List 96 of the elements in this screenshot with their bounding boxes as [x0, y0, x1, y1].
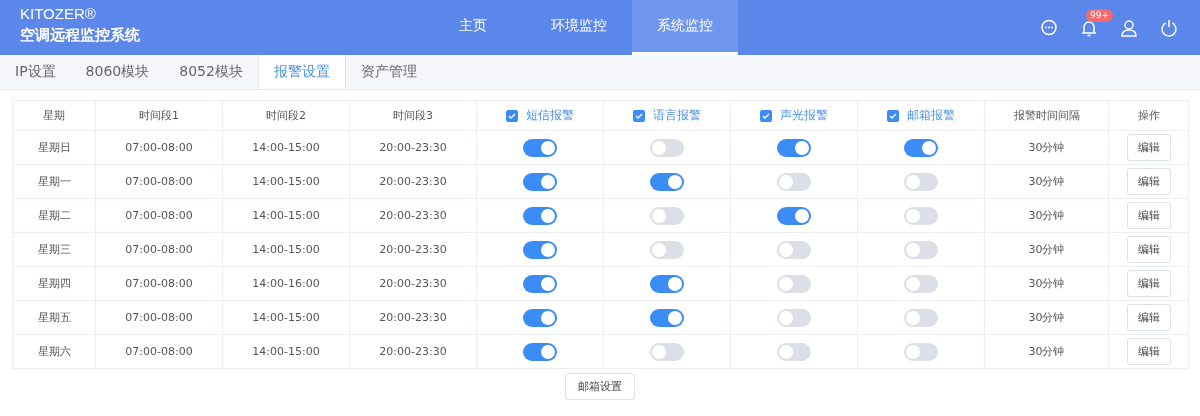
table-cell: 星期一 [12, 164, 96, 199]
user-icon[interactable] [1120, 18, 1138, 37]
checkbox[interactable] [760, 109, 772, 122]
table-cell: 07:00-08:00 [95, 130, 223, 165]
table-cell: 14:00-15:00 [222, 232, 350, 267]
table-cell: 20:00-23:30 [349, 334, 477, 369]
toggle-switch[interactable] [523, 274, 557, 293]
tab[interactable]: 资产管理 [345, 55, 432, 89]
toggle-switch[interactable] [904, 172, 938, 191]
table-cell: 07:00-08:00 [95, 164, 223, 199]
edit-button[interactable]: 编辑 [1126, 338, 1171, 365]
toggle-switch[interactable] [523, 240, 557, 259]
table-cell: 星期六 [12, 334, 96, 369]
edit-button[interactable]: 编辑 [1126, 236, 1171, 263]
edit-button[interactable]: 编辑 [1126, 168, 1171, 195]
column-header: 声光报警 [780, 107, 828, 124]
toggle-switch[interactable] [904, 274, 938, 293]
table-cell: 14:00-15:00 [222, 164, 350, 199]
table-cell: 14:00-16:00 [222, 266, 350, 301]
toggle-switch[interactable] [777, 308, 811, 327]
table-cell: 30分钟 [984, 266, 1109, 301]
table-cell: 30分钟 [984, 232, 1109, 267]
toggle-switch[interactable] [650, 274, 684, 293]
toggle-switch[interactable] [523, 138, 557, 157]
column-header: 邮箱报警 [907, 107, 955, 124]
toggle-switch[interactable] [777, 342, 811, 361]
table-cell: 星期日 [12, 130, 96, 165]
table-cell: 14:00-15:00 [222, 334, 350, 369]
table-cell: 30分钟 [984, 164, 1109, 199]
column-header: 星期 [12, 100, 96, 131]
table-cell: 30分钟 [984, 198, 1109, 233]
edit-button[interactable]: 编辑 [1126, 134, 1171, 161]
table-cell: 14:00-15:00 [222, 198, 350, 233]
table-cell: 星期五 [12, 300, 96, 335]
toggle-switch[interactable] [523, 308, 557, 327]
toggle-switch[interactable] [904, 240, 938, 259]
table-cell: 07:00-08:00 [95, 300, 223, 335]
toggle-switch[interactable] [650, 206, 684, 225]
toggle-switch[interactable] [777, 274, 811, 293]
edit-button[interactable]: 编辑 [1126, 270, 1171, 297]
toggle-switch[interactable] [650, 172, 684, 191]
column-header: 时间段1 [95, 100, 223, 131]
toggle-switch[interactable] [523, 342, 557, 361]
column-header: 时间段2 [222, 100, 350, 131]
table-cell: 20:00-23:30 [349, 198, 477, 233]
email-settings-button[interactable]: 邮箱设置 [565, 373, 635, 400]
table-cell: 星期二 [12, 198, 96, 233]
table-cell: 30分钟 [984, 334, 1109, 369]
toggle-switch[interactable] [904, 206, 938, 225]
table-cell: 20:00-23:30 [349, 300, 477, 335]
toggle-switch[interactable] [650, 138, 684, 157]
column-header: 操作 [1108, 100, 1189, 131]
table-cell: 14:00-15:00 [222, 130, 350, 165]
toggle-switch[interactable] [523, 206, 557, 225]
toggle-switch[interactable] [650, 342, 684, 361]
toggle-switch[interactable] [904, 138, 938, 157]
bell-icon[interactable] [1080, 18, 1098, 37]
tab[interactable]: 8060模块 [70, 55, 165, 89]
power-icon[interactable] [1160, 18, 1178, 37]
toggle-switch[interactable] [777, 240, 811, 259]
brand-name: KITOZER® [20, 5, 96, 22]
table-cell: 20:00-23:30 [349, 232, 477, 267]
table-cell: 07:00-08:00 [95, 232, 223, 267]
table-cell: 30分钟 [984, 300, 1109, 335]
checkbox[interactable] [633, 109, 645, 122]
app-title: 空调远程监控系统 [20, 26, 140, 45]
edit-button[interactable]: 编辑 [1126, 304, 1171, 331]
table-cell: 20:00-23:30 [349, 266, 477, 301]
toggle-switch[interactable] [650, 308, 684, 327]
toggle-switch[interactable] [777, 138, 811, 157]
table-cell: 20:00-23:30 [349, 130, 477, 165]
table-cell: 07:00-08:00 [95, 198, 223, 233]
table-cell: 07:00-08:00 [95, 266, 223, 301]
table-cell: 30分钟 [984, 130, 1109, 165]
table-cell: 星期三 [12, 232, 96, 267]
toggle-switch[interactable] [904, 308, 938, 327]
toggle-switch[interactable] [523, 172, 557, 191]
notification-badge: 99+ [1086, 8, 1113, 22]
table-cell: 07:00-08:00 [95, 334, 223, 369]
chat-icon[interactable] [1040, 18, 1058, 37]
checkbox[interactable] [887, 109, 899, 122]
toggle-switch[interactable] [650, 240, 684, 259]
toggle-switch[interactable] [777, 172, 811, 191]
tab[interactable]: 8052模块 [164, 55, 258, 89]
toggle-switch[interactable] [777, 206, 811, 225]
column-header: 报警时间间隔 [984, 100, 1109, 131]
table-cell: 星期四 [12, 266, 96, 301]
toggle-switch[interactable] [904, 342, 938, 361]
tab[interactable]: IP设置 [0, 55, 71, 89]
column-header: 短信报警 [526, 107, 574, 124]
edit-button[interactable]: 编辑 [1126, 202, 1171, 229]
checkbox[interactable] [506, 109, 518, 122]
table-cell: 14:00-15:00 [222, 300, 350, 335]
table-cell: 20:00-23:30 [349, 164, 477, 199]
column-header: 语言报警 [653, 107, 701, 124]
column-header: 时间段3 [349, 100, 477, 131]
